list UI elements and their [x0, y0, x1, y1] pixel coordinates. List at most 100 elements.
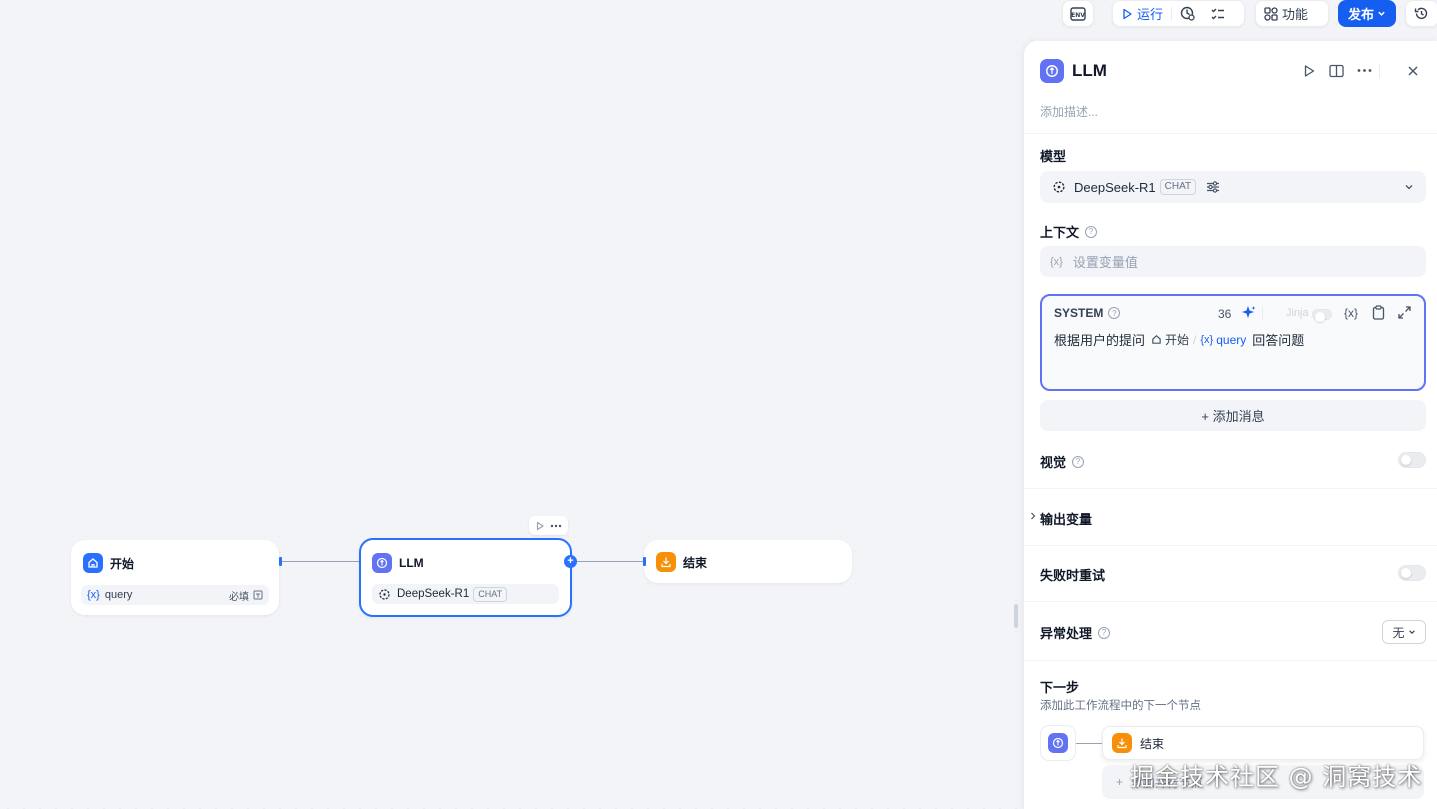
system-role-label: SYSTEM ? [1054, 306, 1121, 320]
error-handling-label: 异常处理? [1040, 623, 1111, 642]
node-settings-panel: LLM 添加描述... 模型 DeepSeek-R1 CHAT 上下文? {x}… [1023, 41, 1437, 809]
deepseek-logo-icon [1053, 181, 1065, 193]
jinja-label: Jinja [1286, 307, 1309, 319]
end-flag-icon [656, 552, 676, 572]
panel-resize-handle[interactable] [1014, 604, 1018, 628]
list-check-icon [1211, 8, 1225, 19]
watermark: 掘金技术社区 @ 洞窝技术 [1130, 763, 1423, 791]
env-icon: ENV [1070, 6, 1086, 21]
model-label: 模型 [1040, 149, 1067, 164]
end-node[interactable]: 结束 [644, 540, 852, 583]
run-step-icon[interactable] [1302, 64, 1316, 78]
context-variable-input[interactable]: {x} 设置变量值 [1040, 246, 1426, 277]
error-handling-value: 无 [1392, 625, 1405, 640]
chevron-right-icon[interactable] [1029, 512, 1037, 520]
edge-llm-end [573, 561, 644, 562]
history-icon [1414, 7, 1428, 20]
llm-node[interactable]: LLM DeepSeek-R1 CHAT [359, 538, 572, 617]
required-label: 必填 [229, 591, 249, 603]
help-icon[interactable]: ? [1098, 626, 1111, 639]
prompt-text-after: 回答问题 [1252, 333, 1305, 348]
text-input-icon [253, 590, 263, 600]
context-label: 上下文? [1040, 222, 1098, 241]
next-step-connector [1076, 743, 1102, 744]
deepseek-logo-icon [379, 588, 390, 600]
llm-model-name: DeepSeek-R1 [397, 588, 470, 600]
model-settings-icon[interactable] [1206, 180, 1220, 194]
start-output-handle[interactable] [279, 557, 282, 566]
svg-text:ENV: ENV [1071, 12, 1085, 19]
home-icon [1152, 335, 1161, 344]
start-node-title: 开始 [110, 556, 135, 571]
context-placeholder: 设置变量值 [1072, 255, 1138, 270]
chevron-down-icon [1378, 11, 1385, 16]
start-node[interactable]: 开始 {x} query 必填 [71, 540, 279, 615]
list-check-button[interactable] [1203, 1, 1233, 26]
llm-node-title: LLM [399, 556, 424, 570]
features-button[interactable]: 功能 [1255, 0, 1329, 27]
more-icon[interactable] [1357, 68, 1372, 73]
more-icon[interactable] [550, 521, 562, 531]
close-icon[interactable] [1407, 65, 1419, 77]
current-node-box [1040, 725, 1076, 761]
add-message-button[interactable]: + 添加消息 [1040, 400, 1426, 431]
add-node-plus-icon[interactable]: + [564, 555, 577, 568]
expand-icon[interactable] [1398, 306, 1411, 319]
model-selector[interactable]: DeepSeek-R1 CHAT [1040, 171, 1426, 203]
vision-label: 视觉? [1040, 452, 1085, 471]
insert-variable-icon[interactable]: {x} [1344, 306, 1358, 320]
system-prompt-text[interactable]: 根据用户的提问 开始 / {x} query 回答问题 [1054, 330, 1304, 349]
divider [1262, 307, 1263, 320]
plus-icon: + [1116, 775, 1124, 789]
next-step-label: 下一步 [1040, 680, 1080, 695]
features-icon [1264, 6, 1278, 21]
help-icon[interactable]: ? [1085, 225, 1098, 238]
llm-node-actions [529, 516, 568, 535]
system-prompt-editor[interactable]: SYSTEM ? 36 Jinja {x} 根据用户的提问 开始 / {x} q… [1040, 294, 1426, 391]
env-button[interactable]: ENV [1062, 0, 1094, 27]
next-node-item[interactable]: 结束 [1102, 726, 1424, 760]
divider [1024, 133, 1437, 134]
split-view-icon[interactable] [1329, 64, 1344, 78]
retry-toggle[interactable] [1398, 565, 1426, 581]
run-button[interactable]: 运行 [1113, 1, 1171, 26]
model-name: DeepSeek-R1 [1074, 179, 1156, 195]
publish-label: 发布 [1347, 7, 1374, 22]
history-button[interactable] [1405, 0, 1437, 27]
next-step-description: 添加此工作流程中的下一个节点 [1040, 700, 1201, 712]
mode-badge: CHAT [473, 586, 508, 602]
help-icon[interactable]: ? [1108, 307, 1121, 319]
variable-icon: {x} [1200, 333, 1214, 346]
variable-reference-chip: 开始 / {x} query [1151, 331, 1246, 348]
header-divider [1379, 64, 1380, 78]
checklist-button[interactable] [1172, 1, 1203, 26]
edge-start-llm [281, 561, 361, 562]
token-count: 36 [1218, 307, 1232, 321]
jinja-toggle[interactable] [1312, 309, 1332, 322]
chevron-down-icon [1408, 630, 1415, 634]
llm-icon [372, 553, 392, 573]
run-label: 运行 [1137, 7, 1164, 22]
divider [1024, 488, 1437, 489]
error-handling-select[interactable]: 无 [1382, 620, 1426, 644]
clipboard-icon[interactable] [1372, 305, 1385, 320]
ai-generate-icon[interactable] [1241, 305, 1256, 320]
run-node-icon[interactable] [535, 521, 545, 531]
start-var-row: {x} query 必填 [81, 585, 269, 605]
llm-icon [1040, 59, 1064, 83]
vision-toggle[interactable] [1398, 452, 1426, 468]
end-input-handle[interactable] [643, 557, 646, 566]
retry-label: 失败时重试 [1040, 568, 1106, 583]
divider [1024, 601, 1437, 602]
output-variables-toggle[interactable]: 输出变量 [1040, 509, 1092, 528]
divider [1024, 660, 1437, 661]
chevron-down-icon [1405, 185, 1413, 190]
checklist-icon [1180, 6, 1195, 21]
help-icon[interactable]: ? [1072, 455, 1085, 468]
description-input[interactable]: 添加描述... [1040, 103, 1098, 120]
panel-title[interactable]: LLM [1072, 61, 1107, 81]
publish-button[interactable]: 发布 [1338, 0, 1396, 27]
start-var-name: query [104, 589, 133, 601]
ref-var-name: query [1216, 332, 1247, 347]
ref-node-name: 开始 [1165, 333, 1190, 347]
